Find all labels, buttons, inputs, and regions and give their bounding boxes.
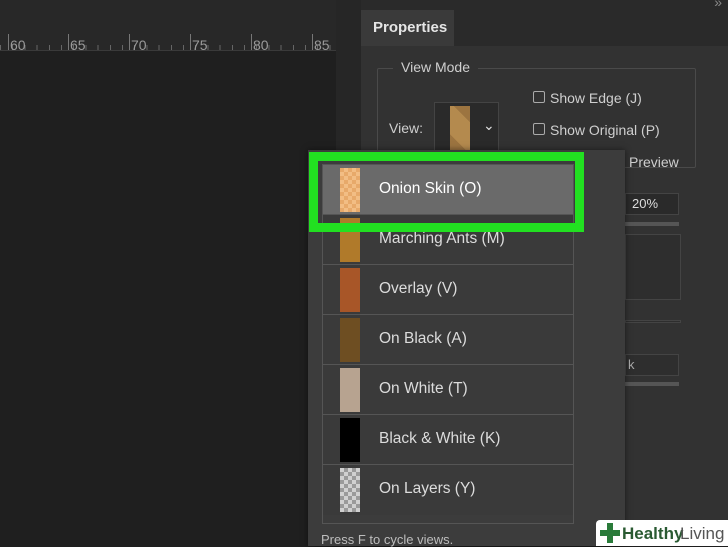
ruler-major-tick — [8, 34, 9, 50]
ruler-ticks — [0, 45, 336, 50]
view-option-black-white[interactable]: Black & White (K) — [323, 415, 573, 465]
ruler-major-tick — [68, 34, 69, 50]
panel-top-bar: » — [361, 0, 728, 10]
on-layers-swatch — [340, 468, 360, 512]
ruler-major-tick — [251, 34, 252, 50]
chevron-down-icon: ⌄ — [483, 117, 495, 133]
view-swatch-chip — [450, 106, 470, 150]
view-option-label: Marching Ants (M) — [379, 230, 505, 247]
view-option-label: On Black (A) — [379, 330, 467, 347]
ruler-major-tick — [129, 34, 130, 50]
view-option-overlay[interactable]: Overlay (V) — [323, 265, 573, 315]
view-option-label: On White (T) — [379, 380, 468, 397]
tab-properties[interactable]: Properties — [361, 10, 454, 46]
selection-highlight-frame — [309, 152, 584, 232]
view-option-label: Overlay (V) — [379, 280, 458, 297]
preview-label: Preview — [629, 154, 679, 170]
show-edge-checkbox[interactable] — [533, 91, 545, 103]
show-edge-label: Show Edge (J) — [550, 90, 642, 106]
collapse-icon[interactable]: » — [714, 0, 722, 10]
view-mode-title: View Mode — [393, 59, 479, 75]
radius-field[interactable]: k — [625, 354, 679, 376]
view-option-label: On Layers (Y) — [379, 480, 476, 497]
panel-section-box — [625, 234, 681, 300]
view-option-on-layers[interactable]: On Layers (Y) — [323, 465, 573, 515]
on-white-swatch — [340, 368, 360, 412]
opacity-field[interactable]: 20% — [625, 193, 679, 215]
document-canvas[interactable] — [0, 51, 336, 546]
view-option-on-black[interactable]: On Black (A) — [323, 315, 573, 365]
watermark-bold: Healthy — [622, 524, 684, 543]
watermark-badge: Healthy Living — [596, 520, 728, 546]
ruler-major-tick — [190, 34, 191, 50]
radius-slider[interactable] — [625, 382, 679, 386]
opacity-slider[interactable] — [625, 222, 679, 226]
divider — [625, 320, 681, 323]
cycle-views-hint: Press F to cycle views. — [321, 532, 454, 547]
plus-icon — [599, 522, 621, 544]
view-mode-picker[interactable]: ⌄ — [434, 102, 499, 152]
on-black-swatch — [340, 318, 360, 362]
horizontal-ruler: 60 65 70 75 80 85 — [0, 0, 336, 53]
view-option-label: Black & White (K) — [379, 430, 501, 447]
ruler-major-tick — [312, 34, 313, 50]
black-white-swatch — [340, 418, 360, 462]
watermark-regular: Living — [680, 524, 725, 543]
view-option-on-white[interactable]: On White (T) — [323, 365, 573, 415]
overlay-swatch — [340, 268, 360, 312]
show-original-checkbox[interactable] — [533, 123, 545, 135]
show-original-label: Show Original (P) — [550, 122, 660, 138]
view-label: View: — [389, 120, 423, 136]
